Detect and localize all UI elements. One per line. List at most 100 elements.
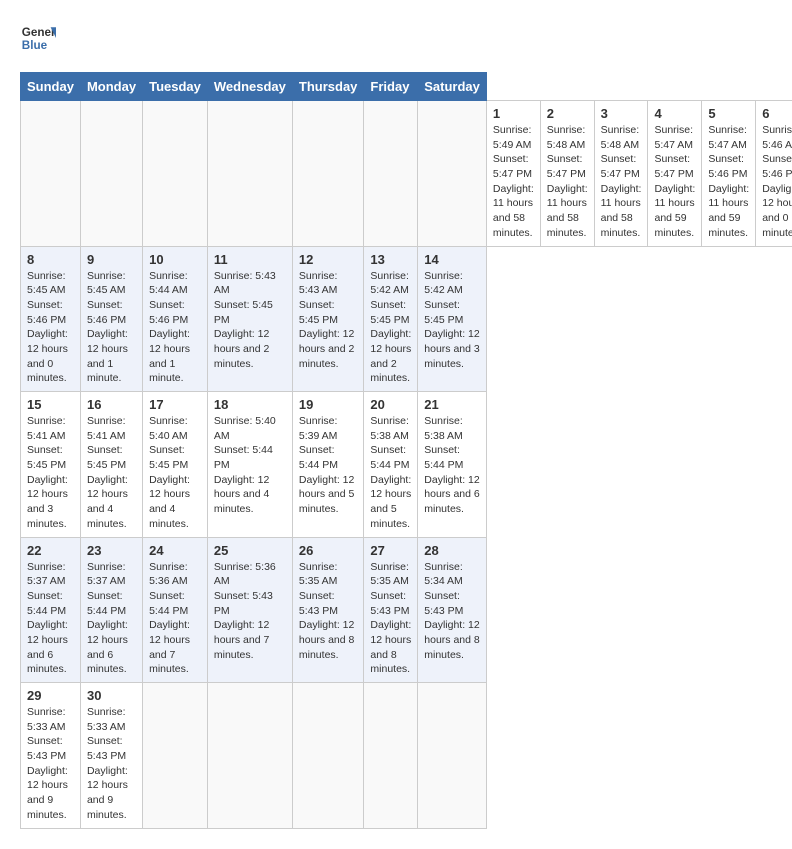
cell-content: Sunrise: 5:40 AMSunset: 5:44 PMDaylight:… (214, 414, 286, 517)
cell-content: Sunrise: 5:43 AMSunset: 5:45 PMDaylight:… (214, 269, 286, 372)
day-number: 4 (654, 106, 695, 121)
cell-content: Sunrise: 5:35 AMSunset: 5:43 PMDaylight:… (370, 560, 411, 678)
calendar-cell (143, 683, 208, 829)
calendar-cell: 9 Sunrise: 5:45 AMSunset: 5:46 PMDaylight… (80, 246, 142, 392)
calendar-cell (418, 101, 487, 247)
calendar-cell (364, 683, 418, 829)
cell-content: Sunrise: 5:47 AMSunset: 5:46 PMDaylight:… (708, 123, 749, 241)
day-number: 17 (149, 397, 201, 412)
calendar-cell: 20Sunrise: 5:38 AMSunset: 5:44 PMDayligh… (364, 392, 418, 538)
cell-content: Sunrise: 5:34 AMSunset: 5:43 PMDaylight:… (424, 560, 480, 663)
day-header-saturday: Saturday (418, 73, 487, 101)
day-number: 29 (27, 688, 74, 703)
day-number: 21 (424, 397, 480, 412)
calendar-cell (207, 683, 292, 829)
day-number: 25 (214, 543, 286, 558)
calendar-header-row: SundayMondayTuesdayWednesdayThursdayFrid… (21, 73, 792, 101)
calendar-week-row: 29 Sunrise: 5:33 AMSunset: 5:43 PMDayligh… (21, 683, 792, 829)
day-number: 23 (87, 543, 136, 558)
calendar-cell: 5 Sunrise: 5:47 AMSunset: 5:46 PMDaylight… (702, 101, 756, 247)
day-number: 13 (370, 252, 411, 267)
day-number: 9 (87, 252, 136, 267)
day-header-thursday: Thursday (292, 73, 364, 101)
day-number: 12 (299, 252, 358, 267)
cell-content: Sunrise: 5:33 AMSunset: 5:43 PMDaylight:… (27, 705, 74, 823)
calendar-cell (207, 101, 292, 247)
calendar-cell (80, 101, 142, 247)
calendar-cell: 30 Sunrise: 5:33 AMSunset: 5:43 PMDayligh… (80, 683, 142, 829)
calendar-cell: 25 Sunrise: 5:36 AMSunset: 5:43 PMDayligh… (207, 537, 292, 683)
calendar-cell (418, 683, 487, 829)
calendar-cell: 2 Sunrise: 5:48 AMSunset: 5:47 PMDaylight… (540, 101, 594, 247)
cell-content: Sunrise: 5:41 AMSunset: 5:45 PMDaylight:… (87, 414, 136, 532)
day-header-sunday: Sunday (21, 73, 81, 101)
cell-content: Sunrise: 5:35 AMSunset: 5:43 PMDaylight:… (299, 560, 358, 663)
cell-content: Sunrise: 5:47 AMSunset: 5:47 PMDaylight:… (654, 123, 695, 241)
calendar-cell: 10 Sunrise: 5:44 AMSunset: 5:46 PMDayligh… (143, 246, 208, 392)
day-header-monday: Monday (80, 73, 142, 101)
cell-content: Sunrise: 5:43 AMSunset: 5:45 PMDaylight:… (299, 269, 358, 372)
day-header-friday: Friday (364, 73, 418, 101)
cell-content: Sunrise: 5:46 AMSunset: 5:46 PMDaylight:… (762, 123, 792, 241)
calendar-cell: 27 Sunrise: 5:35 AMSunset: 5:43 PMDayligh… (364, 537, 418, 683)
calendar-cell: 24 Sunrise: 5:36 AMSunset: 5:44 PMDayligh… (143, 537, 208, 683)
cell-content: Sunrise: 5:48 AMSunset: 5:47 PMDaylight:… (547, 123, 588, 241)
cell-content: Sunrise: 5:42 AMSunset: 5:45 PMDaylight:… (370, 269, 411, 387)
day-number: 22 (27, 543, 74, 558)
calendar-cell: 14 Sunrise: 5:42 AMSunset: 5:45 PMDayligh… (418, 246, 487, 392)
calendar-cell: 26 Sunrise: 5:35 AMSunset: 5:43 PMDayligh… (292, 537, 364, 683)
day-number: 2 (547, 106, 588, 121)
calendar-week-row: 1 Sunrise: 5:49 AMSunset: 5:47 PMDaylight… (21, 101, 792, 247)
calendar-cell: 8Sunrise: 5:45 AMSunset: 5:46 PMDaylight… (21, 246, 81, 392)
cell-content: Sunrise: 5:39 AMSunset: 5:44 PMDaylight:… (299, 414, 358, 517)
cell-content: Sunrise: 5:42 AMSunset: 5:45 PMDaylight:… (424, 269, 480, 372)
calendar-cell (292, 683, 364, 829)
calendar-cell (21, 101, 81, 247)
calendar-cell: 23 Sunrise: 5:37 AMSunset: 5:44 PMDayligh… (80, 537, 142, 683)
day-number: 26 (299, 543, 358, 558)
day-header-tuesday: Tuesday (143, 73, 208, 101)
calendar-cell: 29 Sunrise: 5:33 AMSunset: 5:43 PMDayligh… (21, 683, 81, 829)
cell-content: Sunrise: 5:40 AMSunset: 5:45 PMDaylight:… (149, 414, 201, 532)
cell-content: Sunrise: 5:36 AMSunset: 5:44 PMDaylight:… (149, 560, 201, 678)
cell-content: Sunrise: 5:36 AMSunset: 5:43 PMDaylight:… (214, 560, 286, 663)
calendar-cell (143, 101, 208, 247)
day-number: 11 (214, 252, 286, 267)
cell-content: Sunrise: 5:44 AMSunset: 5:46 PMDaylight:… (149, 269, 201, 387)
calendar-cell: 16 Sunrise: 5:41 AMSunset: 5:45 PMDayligh… (80, 392, 142, 538)
calendar-cell: 18Sunrise: 5:40 AMSunset: 5:44 PMDayligh… (207, 392, 292, 538)
cell-content: Sunrise: 5:49 AMSunset: 5:47 PMDaylight:… (493, 123, 534, 241)
calendar-cell: 28 Sunrise: 5:34 AMSunset: 5:43 PMDayligh… (418, 537, 487, 683)
day-number: 1 (493, 106, 534, 121)
day-header-wednesday: Wednesday (207, 73, 292, 101)
calendar-cell: 13 Sunrise: 5:42 AMSunset: 5:45 PMDayligh… (364, 246, 418, 392)
day-number: 27 (370, 543, 411, 558)
day-number: 24 (149, 543, 201, 558)
day-number: 30 (87, 688, 136, 703)
cell-content: Sunrise: 5:45 AMSunset: 5:46 PMDaylight:… (87, 269, 136, 387)
calendar-cell: 11 Sunrise: 5:43 AMSunset: 5:45 PMDayligh… (207, 246, 292, 392)
calendar-cell: 12 Sunrise: 5:43 AMSunset: 5:45 PMDayligh… (292, 246, 364, 392)
cell-content: Sunrise: 5:41 AMSunset: 5:45 PMDaylight:… (27, 414, 74, 532)
day-number: 16 (87, 397, 136, 412)
calendar-cell: 17 Sunrise: 5:40 AMSunset: 5:45 PMDayligh… (143, 392, 208, 538)
day-number: 20 (370, 397, 411, 412)
logo-icon: General Blue (20, 20, 56, 56)
calendar-cell: 21Sunrise: 5:38 AMSunset: 5:44 PMDayligh… (418, 392, 487, 538)
cell-content: Sunrise: 5:37 AMSunset: 5:44 PMDaylight:… (27, 560, 74, 678)
day-number: 10 (149, 252, 201, 267)
cell-content: Sunrise: 5:45 AMSunset: 5:46 PMDaylight:… (27, 269, 74, 387)
day-number: 14 (424, 252, 480, 267)
calendar-week-row: 8Sunrise: 5:45 AMSunset: 5:46 PMDaylight… (21, 246, 792, 392)
day-number: 5 (708, 106, 749, 121)
day-number: 28 (424, 543, 480, 558)
day-number: 15 (27, 397, 74, 412)
cell-content: Sunrise: 5:33 AMSunset: 5:43 PMDaylight:… (87, 705, 136, 823)
calendar-cell: 6Sunrise: 5:46 AMSunset: 5:46 PMDaylight… (756, 101, 792, 247)
cell-content: Sunrise: 5:48 AMSunset: 5:47 PMDaylight:… (601, 123, 642, 241)
cell-content: Sunrise: 5:37 AMSunset: 5:44 PMDaylight:… (87, 560, 136, 678)
day-number: 3 (601, 106, 642, 121)
calendar-week-row: 15 Sunrise: 5:41 AMSunset: 5:45 PMDayligh… (21, 392, 792, 538)
calendar-cell: 22 Sunrise: 5:37 AMSunset: 5:44 PMDayligh… (21, 537, 81, 683)
day-number: 19 (299, 397, 358, 412)
